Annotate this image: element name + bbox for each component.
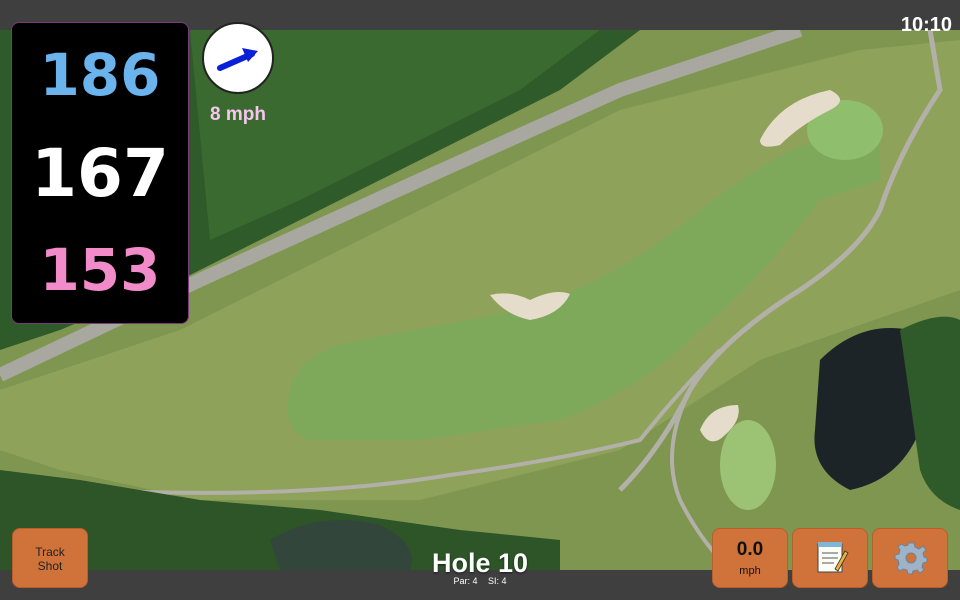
wind-input-value: 0.0 <box>736 539 764 560</box>
notepad-icon <box>817 542 849 573</box>
settings-button[interactable] <box>872 528 948 588</box>
clock: 10:10 <box>900 14 952 36</box>
wind-direction-arrow-icon <box>217 48 258 71</box>
wind-input-button[interactable]: 0.0 mph <box>712 528 788 588</box>
wind-speed-label: 8 mph <box>210 104 266 125</box>
track-shot-label-line2: Shot <box>37 559 63 573</box>
wind-input-unit: mph <box>739 565 761 577</box>
middle-yardage: 167 <box>31 135 169 212</box>
gear-icon <box>894 542 928 575</box>
hole-info: Par: 4 SI: 4 <box>380 576 580 586</box>
hole-par: Par: 4 <box>453 576 478 586</box>
front-yardage: 153 <box>39 236 161 304</box>
wind-dial <box>202 22 274 94</box>
yardage-panel: 186 167 153 <box>11 22 189 324</box>
back-yardage: 186 <box>39 41 161 109</box>
notes-button[interactable] <box>792 528 868 588</box>
track-shot-label-line1: Track <box>35 545 65 559</box>
hole-title: Hole 10 <box>431 548 529 578</box>
hole-stroke-index: SI: 4 <box>488 576 507 586</box>
track-shot-button[interactable]: Track Shot <box>12 528 88 588</box>
